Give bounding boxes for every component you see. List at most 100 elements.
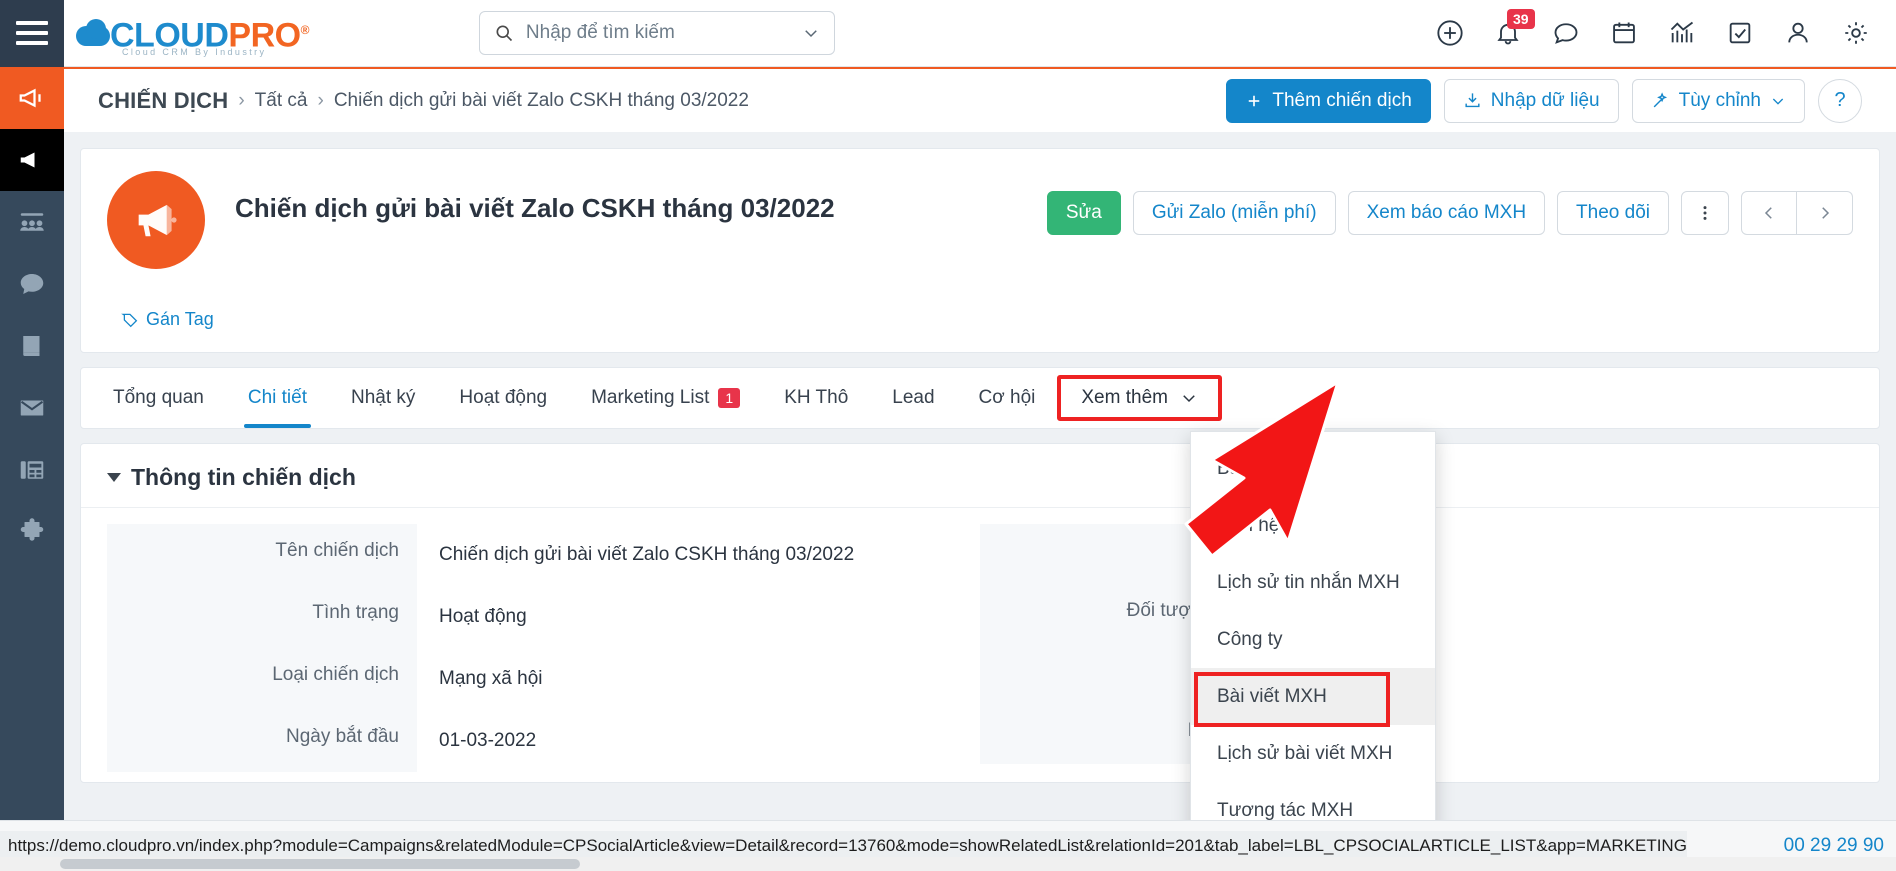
breadcrumb-all[interactable]: Tất cả	[255, 90, 308, 112]
dropdown-item-cong-ty[interactable]: Công ty	[1191, 611, 1435, 668]
details-panel-header[interactable]: Thông tin chiến dịch	[81, 444, 1879, 508]
dropdown-item-lich-su-bai-viet-mxh[interactable]: Lịch sử bài viết MXH	[1191, 725, 1435, 782]
tab-more-button[interactable]: Xem thêm	[1057, 374, 1222, 421]
left-sidebar	[0, 67, 64, 871]
record-actions: Sửa Gửi Zalo (miễn phí) Xem báo cáo MXH …	[1046, 191, 1853, 235]
tab-tong-quan[interactable]: Tổng quan	[91, 368, 226, 428]
import-data-button[interactable]: Nhập dữ liệu	[1443, 78, 1619, 123]
tab-label: KH Thô	[784, 386, 849, 408]
wand-icon	[1653, 92, 1667, 108]
edit-button[interactable]: Sửa	[1046, 191, 1121, 235]
global-search[interactable]: Nhập để tìm kiếm	[478, 11, 835, 55]
sidebar-item-extensions[interactable]	[0, 501, 64, 563]
chat-bubble-icon[interactable]	[1552, 19, 1580, 47]
tab-label: Chi tiết	[247, 386, 307, 408]
field-value[interactable]: Mạng xã hội	[417, 648, 980, 710]
top-bar-icons: 39	[1436, 9, 1896, 47]
user-icon[interactable]	[1784, 19, 1812, 47]
record-card-top: Chiến dịch gửi bài viết Zalo CSKH tháng …	[81, 149, 1879, 299]
tab-lead[interactable]: Lead	[870, 368, 956, 428]
tab-kh-tho[interactable]: KH Thô	[762, 368, 870, 428]
plus-circle-icon[interactable]	[1436, 19, 1464, 47]
help-button[interactable]: ?	[1818, 78, 1862, 123]
vertical-dots-icon[interactable]	[1681, 191, 1729, 235]
send-zalo-button[interactable]: Gửi Zalo (miễn phí)	[1132, 191, 1336, 235]
next-record-button[interactable]	[1797, 191, 1853, 235]
dropdown-item-bai-viet-mxh[interactable]: Bài viết MXH	[1191, 668, 1435, 725]
chevron-down-icon	[1183, 394, 1195, 402]
tab-label: Tổng quan	[113, 386, 204, 408]
chat-icon	[20, 274, 44, 294]
chevron-down-icon	[1772, 98, 1784, 105]
horizontal-scrollbar[interactable]	[0, 857, 1896, 871]
sidebar-item-marketing[interactable]	[0, 129, 64, 191]
bell-icon[interactable]: 39	[1494, 9, 1535, 47]
field-row: Tên chiến dịch Chiến dịch gửi bài viết Z…	[107, 523, 980, 586]
tab-label: Lead	[892, 386, 935, 408]
breadcrumb-module[interactable]: CHIẾN DỊCH	[98, 88, 228, 114]
field-label: Ngày bắt đầu	[107, 709, 417, 772]
megaphone-dark-icon	[20, 152, 35, 168]
details-panel: Thông tin chiến dịch Tên chiến dịch Chiế…	[80, 442, 1880, 783]
gear-icon[interactable]	[1842, 19, 1870, 47]
field-value[interactable]: Hoạt động	[417, 586, 980, 648]
import-data-label: Nhập dữ liệu	[1490, 89, 1600, 111]
prev-record-button[interactable]	[1741, 191, 1797, 235]
add-campaign-label: Thêm chiến dịch	[1272, 89, 1412, 111]
field-row: Tình trạng Hoạt động	[107, 585, 980, 648]
sidebar-item-email[interactable]	[0, 377, 64, 439]
tab-co-hoi[interactable]: Cơ hội	[957, 368, 1058, 428]
view-social-report-button[interactable]: Xem báo cáo MXH	[1347, 191, 1546, 235]
tab-bar: Tổng quan Chi tiết Nhật ký Hoạt động Mar…	[80, 366, 1880, 429]
field-value[interactable]: 01-03-2022	[417, 710, 980, 772]
assign-tag-button[interactable]: Gán Tag	[121, 309, 214, 330]
tab-hoat-dong[interactable]: Hoạt động	[437, 368, 569, 428]
tab-badge: 1	[718, 387, 741, 408]
chart-icon[interactable]	[1668, 19, 1696, 47]
sidebar-item-documents[interactable]	[0, 315, 64, 377]
form-icon	[20, 461, 44, 479]
send-zalo-label: Gửi Zalo (miễn phí)	[1151, 202, 1317, 223]
notification-badge: 39	[1507, 9, 1535, 29]
dropdown-item-bao-gia[interactable]: Báo giá	[1191, 440, 1435, 497]
tab-nhat-ky[interactable]: Nhật ký	[329, 368, 437, 428]
main-content: CHIẾN DỊCH › Tất cả › Chiến dịch gửi bài…	[64, 67, 1896, 871]
scrollbar-thumb[interactable]	[60, 859, 580, 869]
tab-chi-tiet[interactable]: Chi tiết	[226, 368, 329, 428]
sidebar-item-campaigns[interactable]	[0, 67, 64, 129]
tab-more-label: Xem thêm	[1081, 386, 1168, 408]
hamburger-icon[interactable]	[0, 0, 64, 67]
sidebar-item-forms[interactable]	[0, 439, 64, 501]
tab-marketing-list[interactable]: Marketing List 1	[569, 368, 762, 428]
help-label: ?	[1834, 89, 1846, 111]
mail-icon	[20, 400, 44, 416]
sidebar-item-customers[interactable]	[0, 191, 64, 253]
dropdown-item-label: Bài viết MXH	[1217, 685, 1327, 707]
details-fields: Tên chiến dịch Chiến dịch gửi bài viết Z…	[81, 508, 1879, 772]
breadcrumb-separator-1: ›	[238, 89, 245, 111]
cloudpro-logo[interactable]: CLOUDPRO® Cloud CRM By Industry	[76, 13, 309, 57]
field-value[interactable]: Chiến dịch gửi bài viết Zalo CSKH tháng …	[417, 524, 980, 586]
field-row: Loại chiến dịch Mạng xã hội	[107, 647, 980, 710]
calendar-icon[interactable]	[1610, 19, 1638, 47]
search-input[interactable]: Nhập để tìm kiếm	[526, 22, 802, 44]
chevron-down-icon[interactable]	[802, 24, 820, 42]
edit-label: Sửa	[1065, 202, 1102, 223]
dropdown-item-lich-su-tin-nhan-mxh[interactable]: Lịch sử tin nhắn MXH	[1191, 554, 1435, 611]
more-tabs-dropdown: Báo giá Liên hệ Lịch sử tin nhắn MXH Côn…	[1190, 431, 1436, 848]
search-icon	[496, 25, 513, 42]
checkbox-icon[interactable]	[1726, 19, 1754, 47]
customize-label: Tùy chỉnh	[1678, 89, 1761, 111]
sidebar-item-chat[interactable]	[0, 253, 64, 315]
tab-label: Marketing List	[591, 386, 710, 408]
breadcrumb-separator-2: ›	[317, 89, 324, 111]
caret-down-icon[interactable]	[107, 472, 121, 482]
dropdown-item-label: Tương tác MXH	[1217, 799, 1354, 821]
download-icon	[1465, 93, 1480, 108]
status-time: 00 29 29 90	[1783, 835, 1884, 856]
add-campaign-button[interactable]: Thêm chiến dịch	[1226, 78, 1431, 123]
dropdown-item-lien-he[interactable]: Liên hệ	[1191, 497, 1435, 554]
header-actions: Thêm chiến dịch Nhập dữ liệu Tùy chỉnh ?	[1226, 78, 1862, 123]
follow-button[interactable]: Theo dõi	[1557, 191, 1669, 235]
customize-button[interactable]: Tùy chỉnh	[1631, 78, 1805, 123]
